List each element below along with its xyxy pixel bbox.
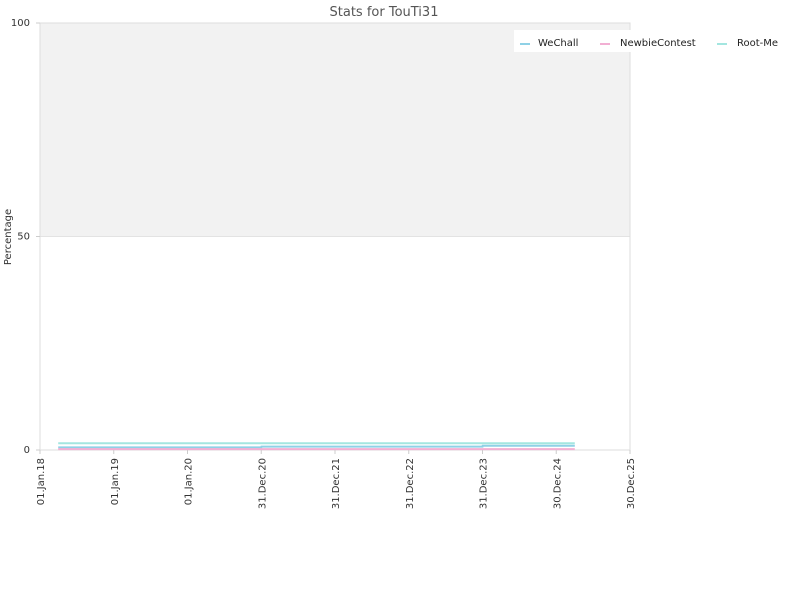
legend-label-root-me: Root-Me [737,38,778,49]
x-tick-label: 31.Dec.23 [479,458,490,509]
y-axis: 0 50 100 [11,18,40,456]
x-tick-label: 31.Dec.20 [257,458,268,509]
y-tick-label: 0 [24,445,30,456]
chart-title: Stats for TouTi31 [330,5,439,20]
shaded-band [40,23,630,237]
x-tick-label: 30.Dec.24 [552,458,563,509]
y-axis-label: Percentage [3,209,14,265]
chart: Stats for TouTi31 Percentage 0 50 100 01.J… [3,5,794,509]
x-tick-label: 01.Jan.19 [110,458,121,505]
x-tick-label: 01.Jan.20 [184,458,195,505]
x-tick-label: 30.Dec.25 [626,458,637,509]
legend-label-wechall: WeChall [538,38,578,49]
legend: WeChall NewbieContest Root-Me [514,30,794,52]
x-tick-label: 31.Dec.21 [331,458,342,509]
x-axis: 01.Jan.18 01.Jan.19 01.Jan.20 31.Dec.20 31.D… [36,450,637,509]
x-tick-label: 01.Jan.18 [36,458,47,505]
x-tick-label: 31.Dec.22 [405,458,416,509]
legend-label-newbiecontest: NewbieContest [620,38,696,49]
y-tick-label: 100 [11,18,30,29]
y-tick-label: 50 [17,232,30,243]
